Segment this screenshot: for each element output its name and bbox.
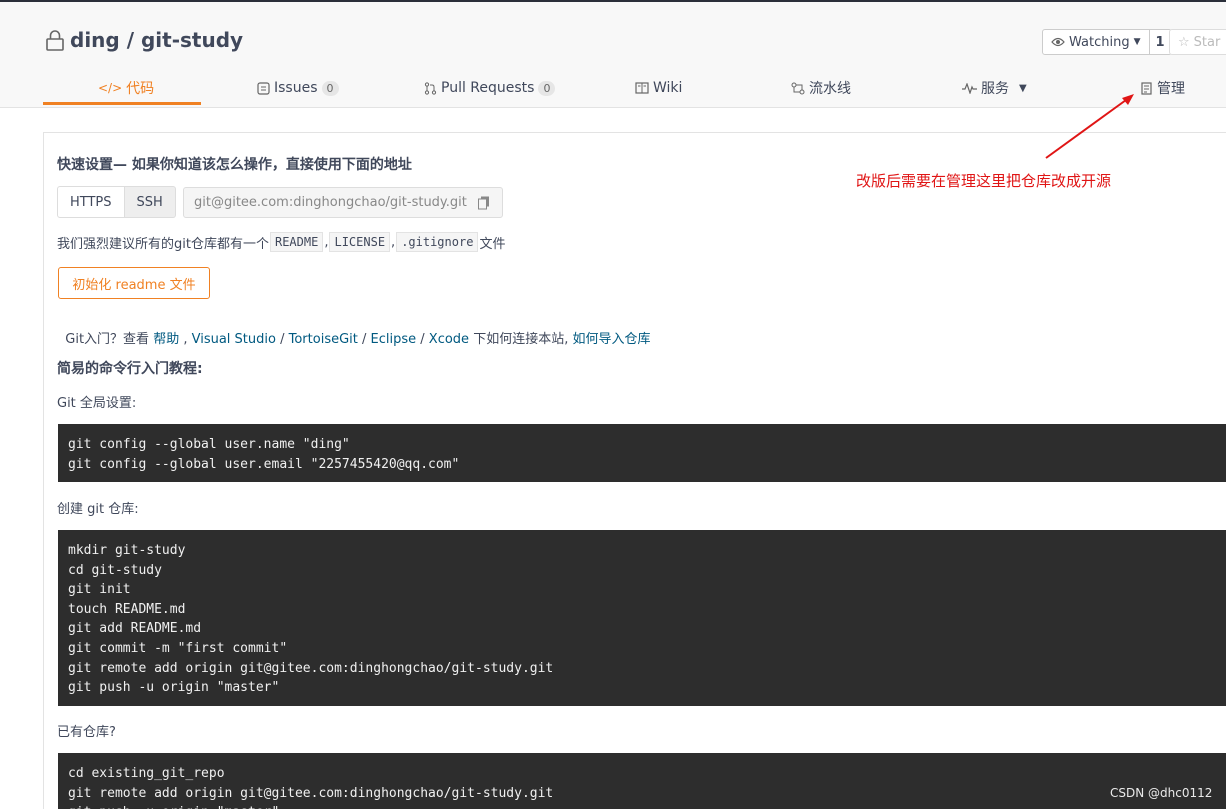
existing-repo-label: 已有仓库? (57, 725, 116, 740)
code-icon: </> (98, 81, 123, 95)
annotation-text: 改版后需要在管理这里把仓库改成开源 (856, 172, 1112, 190)
book-icon (635, 82, 649, 94)
copy-icon[interactable] (478, 196, 490, 210)
quick-setup-title: 快速设置— 如果你知道该怎么操作，直接使用下面的地址 (57, 157, 412, 173)
watch-group: Watching ▼ 1 (1042, 29, 1172, 55)
issues-icon (257, 81, 270, 95)
xcode-link[interactable]: Xcode (429, 332, 469, 347)
help-sep-2: / (275, 332, 289, 347)
caret-down-icon: ▼ (1019, 82, 1027, 94)
lock-icon (46, 30, 64, 51)
help-middle: 下如何连接本站, (469, 332, 573, 347)
star-icon: ☆ (1178, 34, 1190, 50)
create-repo-code: mkdir git-study cd git-study git init to… (58, 530, 1226, 706)
ssh-button[interactable]: SSH (124, 186, 176, 218)
clone-url-text: git@gitee.com:dinghongchao/git-study.git (194, 195, 467, 210)
active-tab-indicator (43, 102, 201, 105)
readme-code: README (269, 232, 324, 252)
issues-count-badge: 0 (321, 80, 339, 96)
recommend-sep-1: , (324, 234, 329, 250)
tab-pipeline[interactable]: 流水线 (791, 68, 851, 108)
pulse-icon (962, 82, 977, 94)
visual-studio-link[interactable]: Visual Studio (192, 332, 276, 347)
global-config-code: git config --global user.name "ding" git… (58, 424, 1226, 482)
repo-title: ding / git-study (44, 28, 243, 52)
license-code: LICENSE (329, 232, 391, 252)
global-config-label: Git 全局设置: (57, 396, 137, 411)
tab-services-label: 服务 (981, 81, 1009, 97)
tab-pull-requests[interactable]: Pull Requests 0 (424, 68, 556, 108)
recommend-prefix: 我们强烈建议所有的git仓库都有一个 (57, 236, 269, 252)
protocol-switch: HTTPS SSH (57, 186, 176, 218)
annotation-arrow (1045, 94, 1134, 159)
help-sep-1: , (179, 332, 192, 347)
recommend-suffix: 文件 (479, 236, 506, 252)
manage-icon (1141, 81, 1152, 95)
recommend-sep-2: , (391, 234, 396, 250)
repo-separator: / (119, 28, 141, 52)
tab-pipeline-label: 流水线 (809, 81, 851, 97)
watermark: CSDN @dhc0112 (1110, 786, 1213, 800)
tab-manage[interactable]: 管理 (1141, 68, 1185, 108)
help-links: Git入门？查看 帮助 , Visual Studio / TortoiseGi… (57, 313, 650, 347)
eclipse-link[interactable]: Eclipse (371, 332, 417, 347)
tab-pull-requests-label: Pull Requests (441, 80, 535, 96)
init-readme-button[interactable]: 初始化 readme 文件 (58, 267, 210, 299)
help-prefix: Git入门？查看 (65, 332, 154, 347)
pipeline-icon (791, 82, 805, 94)
clone-url-input[interactable]: git@gitee.com:dinghongchao/git-study.git (183, 187, 503, 218)
recommend-text: 我们强烈建议所有的git仓库都有一个 README , LICENSE , .g… (57, 232, 505, 252)
tab-wiki-label: Wiki (653, 80, 683, 96)
help-link[interactable]: 帮助 (153, 332, 179, 347)
tab-manage-label: 管理 (1157, 81, 1185, 97)
pull-request-icon (424, 81, 437, 95)
help-sep-4: / (416, 332, 429, 347)
tab-issues[interactable]: Issues 0 (257, 68, 339, 108)
tab-services[interactable]: 服务 ▼ (962, 68, 1027, 108)
help-sep-3: / (357, 332, 371, 347)
watch-label: Watching (1069, 34, 1130, 50)
repo-owner-link[interactable]: ding (70, 28, 120, 52)
tab-wiki[interactable]: Wiki (635, 68, 682, 108)
star-label: Star (1193, 34, 1221, 50)
tutorial-title: 简易的命令行入门教程: (57, 361, 203, 377)
tortoisegit-link[interactable]: TortoiseGit (289, 332, 358, 347)
pull-requests-count-badge: 0 (538, 80, 556, 96)
gitignore-code: .gitignore (396, 232, 479, 252)
existing-repo-code: cd existing_git_repo git remote add orig… (58, 753, 1226, 809)
create-repo-label: 创建 git 仓库: (57, 502, 139, 517)
caret-down-icon: ▼ (1133, 37, 1141, 47)
import-repo-link[interactable]: 如何导入仓库 (572, 332, 650, 347)
tab-issues-label: Issues (274, 80, 318, 96)
tab-code-label: 代码 (126, 81, 155, 97)
repo-name-link[interactable]: git-study (141, 28, 243, 52)
https-button[interactable]: HTTPS (57, 186, 125, 218)
star-button[interactable]: ☆ Star (1169, 29, 1226, 55)
eye-icon (1051, 37, 1065, 47)
watch-button[interactable]: Watching ▼ (1042, 29, 1150, 55)
